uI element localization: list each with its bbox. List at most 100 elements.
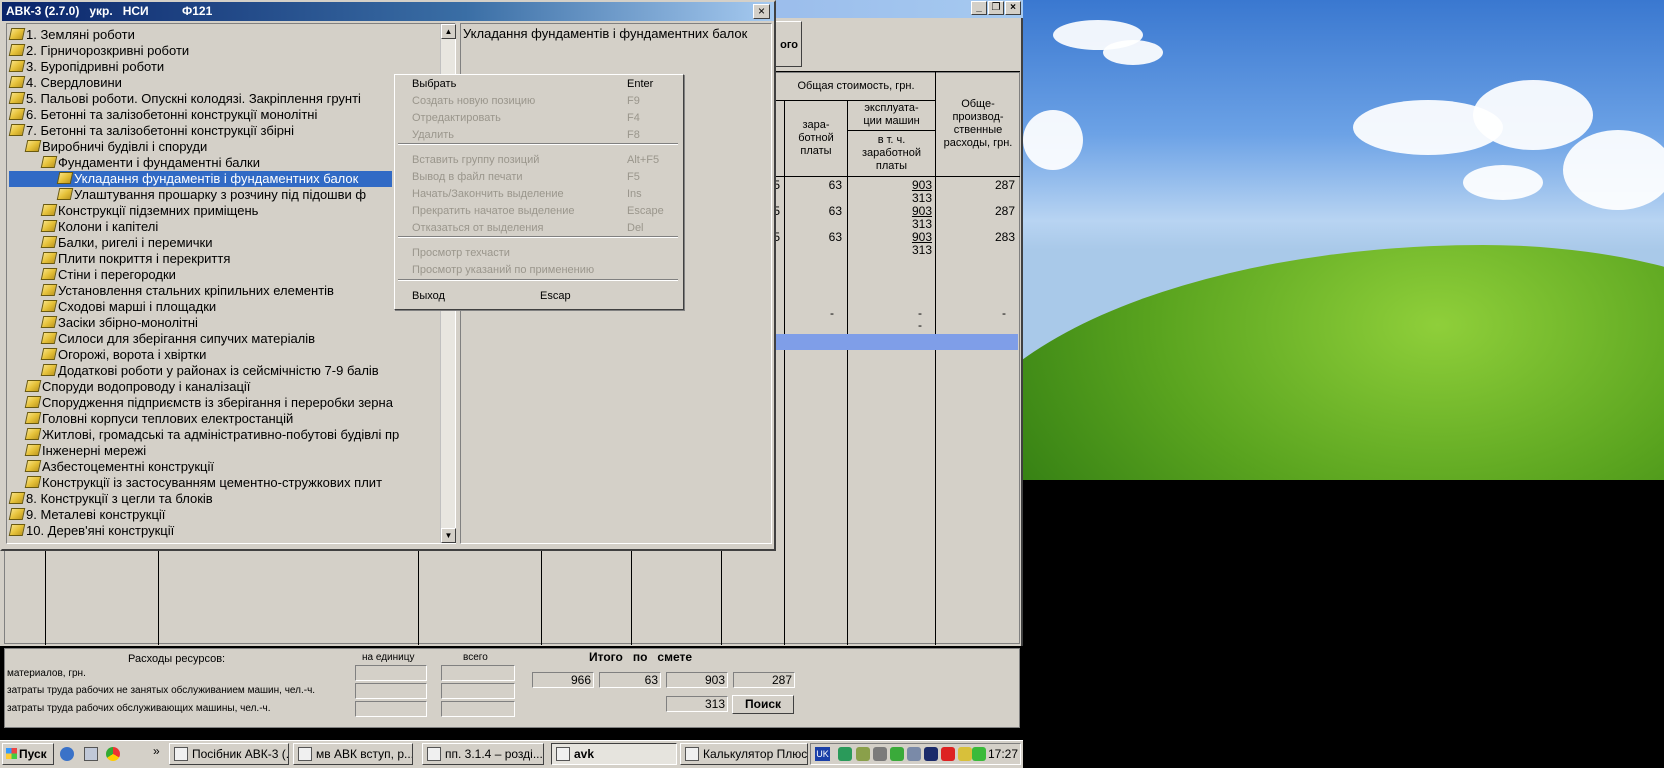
labor-per-unit-field[interactable] <box>355 683 427 699</box>
scroll-up-icon[interactable]: ▲ <box>441 24 456 39</box>
tree-item[interactable]: Конструкції підземних приміщень <box>40 203 258 219</box>
tree-item[interactable]: Житлові, громадські та адміністративно-п… <box>24 427 399 443</box>
tree-item[interactable]: Додаткові роботи у районах із сейсмічніс… <box>40 363 379 379</box>
restore-icon[interactable]: ❐ <box>988 1 1004 15</box>
book-icon <box>8 108 26 120</box>
tree-item[interactable]: Сходові марші і площадки <box>40 299 216 315</box>
tray-icon[interactable] <box>924 747 938 761</box>
tray-icon[interactable] <box>856 747 870 761</box>
selected-grid-row[interactable] <box>776 334 1018 350</box>
close-icon[interactable]: × <box>753 4 770 19</box>
menu-item[interactable]: Просмотр техчасти <box>412 245 672 261</box>
minimize-icon[interactable]: _ <box>971 1 987 15</box>
tree-item[interactable]: Виробничі будівлі і споруди <box>24 139 207 155</box>
tree-item-label: 8. Конструкції з цегли та блоків <box>26 491 213 506</box>
scroll-down-icon[interactable]: ▼ <box>441 528 456 543</box>
tree-item[interactable]: 4. Свердловини <box>8 75 122 91</box>
tray-icon[interactable] <box>907 747 921 761</box>
materials-total-field[interactable] <box>441 665 515 681</box>
resources-title: Расходы ресурсов: <box>128 653 226 665</box>
tree-item[interactable]: Засіки збірно-монолітні <box>40 315 198 331</box>
book-icon <box>40 156 58 168</box>
machine-labor-itogo-field[interactable]: 313 <box>666 696 728 712</box>
language-indicator[interactable]: UK <box>815 747 830 761</box>
menu-item[interactable]: Удалить F8 <box>412 127 672 143</box>
tree-item[interactable]: 3. Буропідривні роботи <box>8 59 164 75</box>
menu-item[interactable]: Вывод в файл печати F5 <box>412 169 672 185</box>
tree-item[interactable]: 10. Дерев'яні конструкції <box>8 523 174 539</box>
itogo-total-field[interactable]: 63 <box>599 672 661 688</box>
taskbar-button[interactable]: мв АВК вступ, р... <box>293 743 413 765</box>
ie-icon[interactable] <box>60 747 74 761</box>
tree-item[interactable]: 1. Земляні роботи <box>8 27 135 43</box>
tree-item[interactable]: 7. Бетонні та залізобетонні конструкції … <box>8 123 294 139</box>
catalog-window-title: АВК-3 (2.7.0) укр. НСИ Ф121 <box>2 2 774 21</box>
tree-item-label: Спорудження підприємств із зберігання і … <box>42 395 393 410</box>
tree-item[interactable]: Плити покриття і перекриття <box>40 251 230 267</box>
itogo-total-field[interactable]: 966 <box>532 672 594 688</box>
menu-item-label: Просмотр техчасти <box>412 247 510 259</box>
tree-item[interactable]: Огорожі, ворота і хвіртки <box>40 347 206 363</box>
tree-item[interactable]: Інженерні мережі <box>24 443 146 459</box>
header-wages: зара- ботной платы <box>798 119 834 157</box>
itogo-total-field[interactable]: 287 <box>733 672 795 688</box>
tree-item[interactable]: Улаштування прошарку з розчину під підош… <box>56 187 366 203</box>
tree-item[interactable]: Силоси для зберігання сипучих матеріалів <box>40 331 315 347</box>
tree-item[interactable]: Колони і капітелі <box>40 219 158 235</box>
tree-item[interactable]: Балки, ригелі і перемички <box>40 235 213 251</box>
menu-item-shortcut: Alt+F5 <box>627 154 660 166</box>
tree-item[interactable]: Спорудження підприємств із зберігання і … <box>24 395 393 411</box>
tray-icon[interactable] <box>958 747 972 761</box>
menu-item[interactable]: Отказаться от выделения Del <box>412 220 672 236</box>
machine-labor-total-field[interactable] <box>441 701 515 717</box>
tray-icon[interactable] <box>941 747 955 761</box>
tree-item[interactable]: Стіни і перегородки <box>40 267 176 283</box>
taskbar-button[interactable]: Калькулятор Плюс <box>680 743 808 765</box>
taskbar-button[interactable]: avk <box>551 743 677 765</box>
tree-item[interactable]: Конструкції із застосуванням цементно-ст… <box>24 475 382 491</box>
menu-item[interactable]: Начать/Закончить выделение Ins <box>412 186 672 202</box>
materials-per-unit-field[interactable] <box>355 665 427 681</box>
menu-item[interactable]: Просмотр указаний по применению <box>412 262 672 278</box>
tree-item[interactable]: 8. Конструкції з цегли та блоків <box>8 491 213 507</box>
tray-icon[interactable] <box>972 747 986 761</box>
labor-total-field[interactable] <box>441 683 515 699</box>
tree-item[interactable]: 2. Гірничорозкривні роботи <box>8 43 189 59</box>
tray-icon[interactable] <box>890 747 904 761</box>
menu-item[interactable]: Отредактировать F4 <box>412 110 672 126</box>
close-icon[interactable]: × <box>1005 1 1021 15</box>
tree-item[interactable]: 6. Бетонні та залізобетонні конструкції … <box>8 107 317 123</box>
clock[interactable]: 17:27 <box>985 743 1021 765</box>
tree-item[interactable]: Установлення стальних кріпильних елемент… <box>40 283 334 299</box>
taskbar-button[interactable]: Посібник АВК-3 (... <box>169 743 289 765</box>
tray-icon[interactable] <box>838 747 852 761</box>
menu-item[interactable]: Вставить группу позиций Alt+F5 <box>412 152 672 168</box>
start-button[interactable]: Пуск <box>2 743 54 765</box>
tree-item[interactable]: Головні корпуси теплових електростанцій <box>24 411 293 427</box>
tree-item[interactable]: Фундаменти і фундаментні балки <box>40 155 260 171</box>
tree-item[interactable]: 5. Пальові роботи. Опускні колодязі. Зак… <box>8 91 361 107</box>
machine-labor-per-unit-field[interactable] <box>355 701 427 717</box>
chevron-icon[interactable]: » <box>153 744 160 758</box>
tray-icon[interactable] <box>873 747 887 761</box>
tree-item[interactable]: Укладання фундаментів і фундаментних бал… <box>56 171 359 187</box>
tree-item[interactable]: Споруди водопроводу і каналізації <box>24 379 250 395</box>
taskbar-button[interactable]: пп. 3.1.4 – розді... <box>422 743 544 765</box>
search-button[interactable]: Поиск <box>732 695 794 714</box>
tree-item[interactable]: 9. Металеві конструкції <box>8 507 165 523</box>
itogo-total-field[interactable]: 903 <box>666 672 728 688</box>
menu-item-label: Просмотр указаний по применению <box>412 264 595 276</box>
menu-item[interactable]: Прекратить начатое выделение Escape <box>412 203 672 219</box>
menu-item[interactable]: Выход Escap <box>412 288 672 304</box>
app-icon <box>556 747 570 761</box>
menu-item-label: Начать/Закончить выделение <box>412 188 564 200</box>
menu-item[interactable]: Выбрать Enter <box>412 76 672 92</box>
menu-item[interactable]: Создать новую позицию F9 <box>412 93 672 109</box>
tree-item[interactable]: Азбестоцементні конструкції <box>24 459 214 475</box>
book-icon <box>40 364 58 376</box>
outlook-icon[interactable] <box>84 747 98 761</box>
chrome-icon[interactable] <box>106 747 120 761</box>
taskbar-button-label: Калькулятор Плюс <box>703 747 808 761</box>
grid-line <box>784 100 785 645</box>
toolbar-button[interactable]: ого <box>772 21 802 67</box>
